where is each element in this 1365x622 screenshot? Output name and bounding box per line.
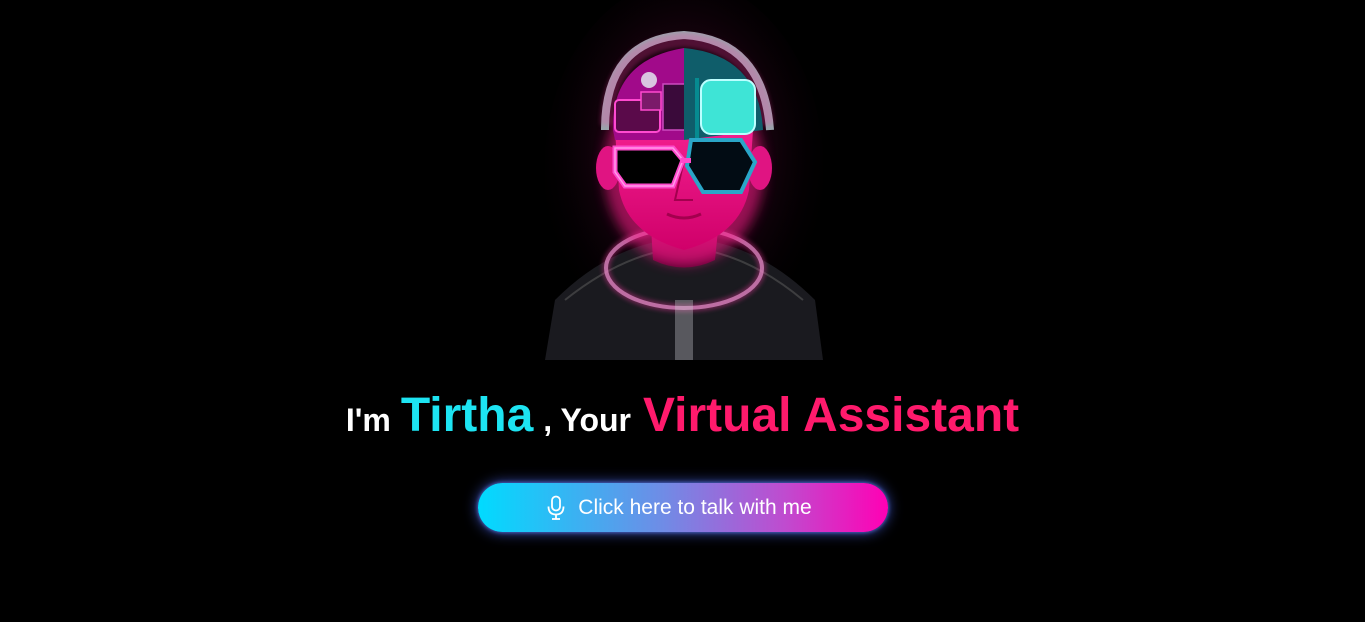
talk-button-label: Click here to talk with me [578, 495, 812, 519]
assistant-avatar [545, 0, 823, 360]
page: I'm Tirtha , Your Virtual Assistant Clic… [0, 0, 1365, 622]
microphone-icon [546, 495, 566, 521]
headline-prefix: I'm [345, 402, 391, 438]
headline-separator: , Your [543, 402, 631, 438]
cyberpunk-avatar-icon [545, 0, 823, 360]
assistant-name: Tirtha [400, 389, 534, 442]
assistant-role: Virtual Assistant [643, 389, 1020, 442]
headline: I'm Tirtha , Your Virtual Assistant [0, 388, 1365, 458]
talk-button[interactable]: Click here to talk with me [478, 483, 888, 532]
